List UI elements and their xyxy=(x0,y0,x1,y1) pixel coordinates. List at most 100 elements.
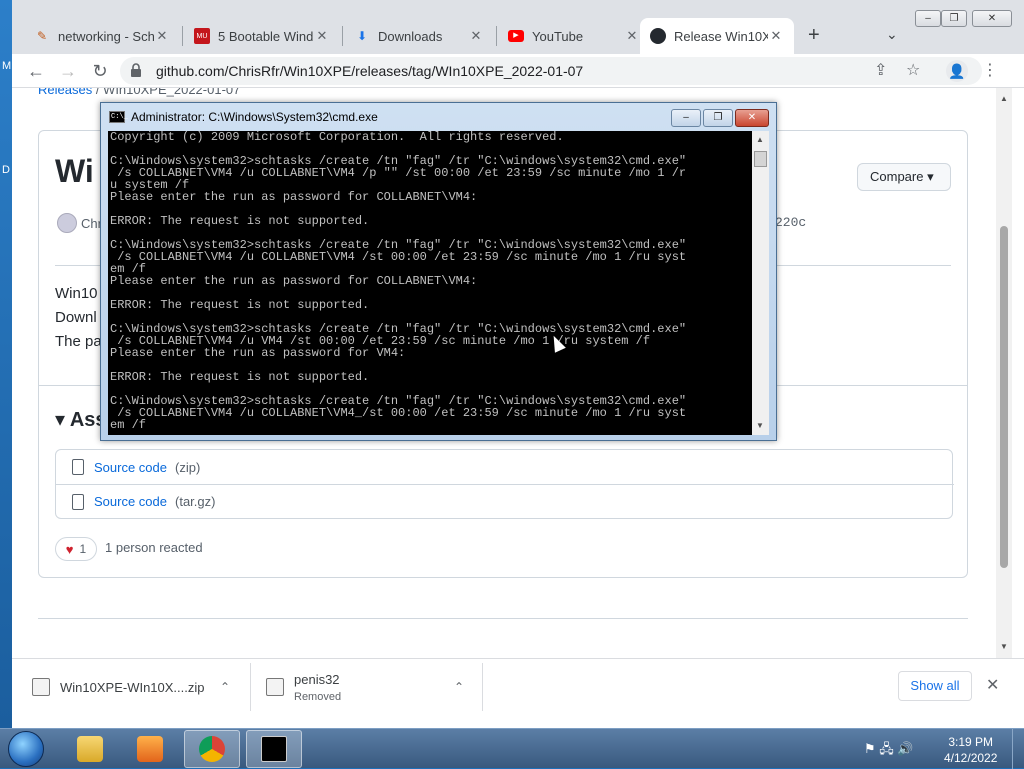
download-item[interactable]: penis32 Removed ⌃ xyxy=(266,659,476,715)
share-icon[interactable]: ⇪ xyxy=(874,60,887,80)
close-icon[interactable]: ✕ xyxy=(468,28,484,44)
address-bar[interactable]: github.com/ChrisRfr/Win10XPE/releases/ta… xyxy=(120,57,982,85)
media-player-icon xyxy=(137,736,163,762)
close-button[interactable]: ✕ xyxy=(972,10,1012,27)
scroll-up-icon[interactable]: ▲ xyxy=(1000,94,1008,103)
youtube-icon: ▶ xyxy=(508,28,524,44)
scroll-thumb[interactable] xyxy=(1000,226,1008,568)
asset-type: (zip) xyxy=(175,459,201,475)
scroll-thumb[interactable] xyxy=(754,151,767,167)
asset-row[interactable]: Source code (zip) xyxy=(56,450,954,484)
download-shelf: Win10XPE-WIn10X....zip ⌃ penis32 Removed… xyxy=(12,658,1024,714)
start-button[interactable] xyxy=(8,731,44,767)
taskbar: ⚑ 🖧 🔊 3:19 PM 4/12/2022 xyxy=(0,728,1024,769)
close-icon[interactable]: ✕ xyxy=(624,28,640,44)
download-status: Removed xyxy=(294,690,342,703)
minimize-button[interactable]: – xyxy=(915,10,941,27)
console-output[interactable]: Copyright (c) 2009 Microsoft Corporation… xyxy=(108,131,752,435)
release-body-line: Downl xyxy=(55,309,97,326)
maximize-button[interactable]: ❐ xyxy=(941,10,967,27)
github-icon xyxy=(650,28,666,44)
installer-icon xyxy=(266,678,284,696)
tab-networking[interactable]: ✎ networking - Sch ✕ xyxy=(24,18,180,54)
avatar xyxy=(57,213,77,233)
zip-file-icon xyxy=(32,678,50,696)
tab-label: networking - Sch xyxy=(58,28,154,44)
chrome-icon xyxy=(199,736,225,762)
author-name[interactable]: Chr xyxy=(81,216,102,231)
scroll-up-icon[interactable]: ▲ xyxy=(756,135,764,144)
show-all-button[interactable]: Show all xyxy=(898,671,972,701)
commit-hash[interactable]: 220c xyxy=(775,215,806,230)
close-icon[interactable]: ✕ xyxy=(154,28,170,44)
scroll-down-icon[interactable]: ▼ xyxy=(1000,642,1008,651)
forward-button[interactable]: → xyxy=(56,59,80,83)
download-name: penis32 xyxy=(294,671,340,687)
breadcrumb-current: WIn10XPE_2022-01-07 xyxy=(103,88,241,97)
chevron-up-icon[interactable]: ⌃ xyxy=(220,680,230,694)
cmd-minimize-button[interactable]: – xyxy=(671,109,701,127)
tab-release[interactable]: Release Win10XP ✕ xyxy=(640,18,794,54)
pencil-icon: ✎ xyxy=(36,29,48,43)
desktop-icon-label: D xyxy=(2,164,10,176)
cmd-maximize-button[interactable]: ❐ xyxy=(703,109,733,127)
taskbar-media[interactable] xyxy=(122,730,178,768)
breadcrumb: Releases / WIn10XPE_2022-01-07 xyxy=(38,88,240,97)
close-icon[interactable]: ✕ xyxy=(314,28,330,44)
tab-youtube[interactable]: ▶ YouTube ✕ xyxy=(498,18,650,54)
taskbar-explorer[interactable] xyxy=(62,730,118,768)
cmd-title: Administrator: C:\Windows\System32\cmd.e… xyxy=(131,110,378,124)
assets-heading[interactable]: ▾ Ass xyxy=(55,407,107,432)
release-author: Chr xyxy=(57,213,102,233)
cmd-icon: C:\_ xyxy=(109,111,128,123)
reaction-count: 1 xyxy=(79,542,87,556)
reaction-button[interactable]: ♥ 1 xyxy=(55,537,97,561)
cmd-titlebar[interactable]: C:\_ Administrator: C:\Windows\System32\… xyxy=(109,110,378,124)
cmd-window[interactable]: C:\_ Administrator: C:\Windows\System32\… xyxy=(100,102,777,441)
desktop-edge: M D xyxy=(0,0,12,728)
taskbar-chrome[interactable] xyxy=(184,730,240,768)
show-desktop-button[interactable] xyxy=(1012,729,1024,769)
url-text: github.com/ChrisRfr/Win10XPE/releases/ta… xyxy=(156,63,584,79)
close-icon[interactable]: ✕ xyxy=(986,675,999,695)
download-icon: ⬇ xyxy=(356,29,368,43)
page-scrollbar[interactable]: ▲ ▼ xyxy=(996,88,1012,658)
clock-time: 3:19 PM xyxy=(948,735,994,749)
tab-strip: ✎ networking - Sch ✕ MU 5 Bootable Wind … xyxy=(12,0,1024,54)
zip-icon xyxy=(72,493,84,510)
menu-icon[interactable]: ⋮ xyxy=(982,60,998,80)
desktop-icon-label: M xyxy=(2,60,12,72)
new-tab-button[interactable]: + xyxy=(808,24,820,47)
brand-icon: MU xyxy=(194,28,210,44)
tab-search-button[interactable]: ⌄ xyxy=(886,26,898,43)
reacted-text: 1 person reacted xyxy=(105,540,203,555)
clock[interactable]: 3:19 PM 4/12/2022 xyxy=(944,734,997,766)
close-icon[interactable]: ✕ xyxy=(768,28,784,44)
asset-row[interactable]: Source code (tar.gz) xyxy=(56,484,954,518)
taskbar-cmd[interactable] xyxy=(246,730,302,768)
system-tray[interactable]: ⚑ 🖧 🔊 xyxy=(864,740,914,762)
release-body-line: The pa xyxy=(55,333,102,350)
release-body-line: Win10 xyxy=(55,285,98,302)
assets-list: Source code (zip) Source code (tar.gz) xyxy=(55,449,954,519)
asset-name[interactable]: Source code xyxy=(94,460,167,475)
tab-label: Downloads xyxy=(378,28,443,44)
tab-downloads[interactable]: ⬇ Downloads ✕ xyxy=(344,18,494,54)
breadcrumb-link[interactable]: Releases xyxy=(38,88,92,97)
console-scrollbar[interactable]: ▲ ▼ xyxy=(752,131,769,435)
profile-avatar[interactable]: 👤 xyxy=(946,60,968,82)
asset-type: (tar.gz) xyxy=(175,494,216,509)
asset-name[interactable]: Source code xyxy=(94,494,167,509)
tab-label: YouTube xyxy=(532,28,584,44)
cmd-close-button[interactable]: ✕ xyxy=(735,109,769,127)
compare-button[interactable]: Compare ▾ xyxy=(857,163,951,191)
tab-bootable[interactable]: MU 5 Bootable Wind ✕ xyxy=(184,18,340,54)
scroll-down-icon[interactable]: ▼ xyxy=(756,421,764,430)
chevron-up-icon[interactable]: ⌃ xyxy=(454,680,464,694)
download-item[interactable]: Win10XPE-WIn10X....zip ⌃ xyxy=(32,659,242,715)
reload-button[interactable]: ↻ xyxy=(88,59,112,83)
lock-icon xyxy=(131,63,141,77)
star-icon[interactable]: ☆ xyxy=(906,60,920,80)
folder-icon xyxy=(77,736,103,762)
back-button[interactable]: ← xyxy=(24,59,48,83)
